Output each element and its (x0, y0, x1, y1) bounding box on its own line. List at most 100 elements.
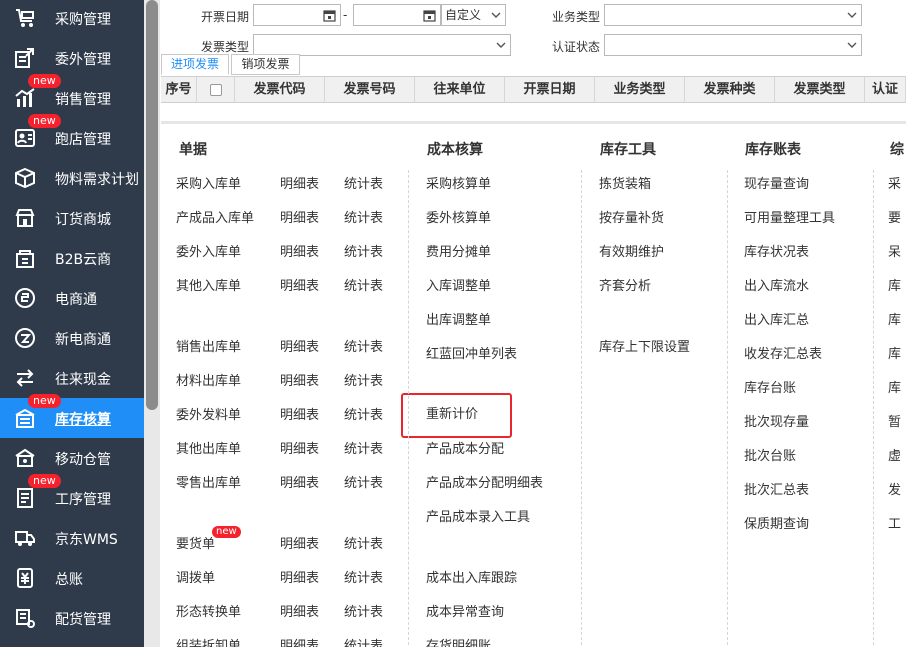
menu-cost-link[interactable]: 费用分摊单 (426, 241, 491, 260)
menu-cost-link[interactable]: 成本出入库跟踪 (426, 567, 517, 586)
menu-cost-link[interactable]: 出库调整单 (426, 309, 491, 328)
menu-misc-link[interactable]: 库 (888, 309, 901, 328)
sidebar-item[interactable]: 订货商城 (0, 198, 144, 238)
menu-detail-link[interactable]: 明细表 (280, 404, 319, 423)
sidebar-item[interactable]: 跑店管理 new (0, 114, 144, 158)
sidebar-item[interactable]: 采购管理 (0, 0, 144, 38)
sidebar-item[interactable]: 工序管理 new (0, 474, 144, 518)
menu-stat-link[interactable]: 统计表 (344, 567, 383, 586)
menu-report-link[interactable]: 出入库流水 (744, 275, 809, 294)
menu-stat-link[interactable]: 统计表 (344, 207, 383, 226)
menu-stat-link[interactable]: 统计表 (344, 635, 383, 647)
menu-cost-link[interactable]: 采购核算单 (426, 173, 491, 192)
menu-doc-link[interactable]: 其他入库单 (176, 275, 241, 294)
menu-stat-link[interactable]: 统计表 (344, 472, 383, 491)
menu-stat-link[interactable]: 统计表 (344, 241, 383, 260)
menu-cost-link[interactable]: 重新计价 (426, 403, 478, 422)
calendar-icon[interactable] (323, 9, 336, 22)
menu-cost-link[interactable]: 入库调整单 (426, 275, 491, 294)
menu-stat-link[interactable]: 统计表 (344, 438, 383, 457)
date-to-input[interactable] (353, 4, 441, 26)
menu-detail-link[interactable]: 明细表 (280, 533, 319, 552)
menu-detail-link[interactable]: 明细表 (280, 601, 319, 620)
sidebar-item[interactable]: 销售管理 new (0, 74, 144, 118)
sidebar-item[interactable]: 移动仓管 (0, 438, 144, 478)
tab-output-invoice[interactable]: 销项发票 (231, 54, 300, 75)
menu-detail-link[interactable]: 明细表 (280, 635, 319, 647)
menu-report-link[interactable]: 批次汇总表 (744, 479, 809, 498)
menu-report-link[interactable]: 出入库汇总 (744, 309, 809, 328)
invoice-type-select[interactable] (253, 34, 511, 56)
menu-stat-link[interactable]: 统计表 (344, 601, 383, 620)
sidebar-item[interactable]: 往来现金 (0, 358, 144, 398)
menu-misc-link[interactable]: 库 (888, 275, 901, 294)
menu-stat-link[interactable]: 统计表 (344, 533, 383, 552)
menu-stat-link[interactable]: 统计表 (344, 404, 383, 423)
menu-doc-link[interactable]: 其他出库单 (176, 438, 241, 457)
menu-doc-link[interactable]: 要货单 (176, 533, 215, 552)
menu-tool-link[interactable]: 库存上下限设置 (599, 336, 690, 355)
menu-report-link[interactable]: 收发存汇总表 (744, 343, 822, 362)
menu-cost-link[interactable]: 存货明细账 (426, 635, 491, 647)
menu-stat-link[interactable]: 统计表 (344, 370, 383, 389)
menu-tool-link[interactable]: 齐套分析 (599, 275, 651, 294)
menu-doc-link[interactable]: 形态转换单 (176, 601, 241, 620)
sidebar-item[interactable]: B2B云商 (0, 238, 144, 278)
menu-detail-link[interactable]: 明细表 (280, 241, 319, 260)
menu-detail-link[interactable]: 明细表 (280, 275, 319, 294)
cert-status-select[interactable] (604, 34, 862, 56)
sidebar-item[interactable]: 京东WMS (0, 518, 144, 558)
menu-cost-link[interactable]: 产品成本分配明细表 (426, 472, 543, 491)
menu-detail-link[interactable]: 明细表 (280, 370, 319, 389)
menu-detail-link[interactable]: 明细表 (280, 207, 319, 226)
menu-cost-link[interactable]: 红蓝回冲单列表 (426, 343, 517, 362)
menu-report-link[interactable]: 批次台账 (744, 445, 796, 464)
menu-misc-link[interactable]: 暂 (888, 411, 901, 430)
menu-report-link[interactable]: 库存状况表 (744, 241, 809, 260)
menu-detail-link[interactable]: 明细表 (280, 173, 319, 192)
menu-doc-link[interactable]: 材料出库单 (176, 370, 241, 389)
menu-report-link[interactable]: 库存台账 (744, 377, 796, 396)
menu-detail-link[interactable]: 明细表 (280, 438, 319, 457)
sidebar-item[interactable]: 物料需求计划 (0, 158, 144, 198)
menu-cost-link[interactable]: 委外核算单 (426, 207, 491, 226)
menu-report-link[interactable]: 现存量查询 (744, 173, 809, 192)
menu-doc-link[interactable]: 委外入库单 (176, 241, 241, 260)
calendar-icon[interactable] (423, 9, 436, 22)
menu-report-link[interactable]: 保质期查询 (744, 513, 809, 532)
menu-cost-link[interactable]: 成本异常查询 (426, 601, 504, 620)
menu-misc-link[interactable]: 工 (888, 513, 901, 532)
sidebar-item[interactable]: 电商通 (0, 278, 144, 318)
menu-misc-link[interactable]: 要 (888, 207, 901, 226)
sidebar-scrollbar-thumb[interactable] (146, 0, 158, 410)
menu-tool-link[interactable]: 拣货装箱 (599, 173, 651, 192)
menu-report-link[interactable]: 可用量整理工具 (744, 207, 835, 226)
menu-doc-link[interactable]: 委外发料单 (176, 404, 241, 423)
menu-stat-link[interactable]: 统计表 (344, 336, 383, 355)
select-all-checkbox[interactable] (210, 84, 222, 96)
business-type-select[interactable] (604, 4, 862, 26)
menu-stat-link[interactable]: 统计表 (344, 275, 383, 294)
menu-doc-link[interactable]: 销售出库单 (176, 336, 241, 355)
date-range-select[interactable]: 自定义 (441, 4, 506, 26)
menu-detail-link[interactable]: 明细表 (280, 567, 319, 586)
menu-tool-link[interactable]: 按存量补货 (599, 207, 664, 226)
menu-cost-link[interactable]: 产品成本分配 (426, 438, 504, 457)
menu-misc-link[interactable]: 库 (888, 343, 901, 362)
sidebar-item[interactable]: 委外管理 (0, 38, 144, 78)
menu-tool-link[interactable]: 有效期维护 (599, 241, 664, 260)
sidebar-item[interactable]: 总账 (0, 558, 144, 598)
sidebar-item[interactable]: 库存核算 new (0, 394, 144, 438)
date-from-input[interactable] (253, 4, 341, 26)
menu-detail-link[interactable]: 明细表 (280, 336, 319, 355)
menu-stat-link[interactable]: 统计表 (344, 173, 383, 192)
menu-doc-link[interactable]: 采购入库单 (176, 173, 241, 192)
menu-doc-link[interactable]: 零售出库单 (176, 472, 241, 491)
menu-misc-link[interactable]: 采 (888, 173, 901, 192)
menu-doc-link[interactable]: 组装拆卸单 (176, 635, 241, 647)
menu-misc-link[interactable]: 库 (888, 377, 901, 396)
menu-detail-link[interactable]: 明细表 (280, 472, 319, 491)
menu-doc-link[interactable]: 调拨单 (176, 567, 215, 586)
sidebar-item[interactable]: 新电商通 (0, 318, 144, 358)
sidebar-item[interactable]: 配货管理 (0, 598, 144, 638)
